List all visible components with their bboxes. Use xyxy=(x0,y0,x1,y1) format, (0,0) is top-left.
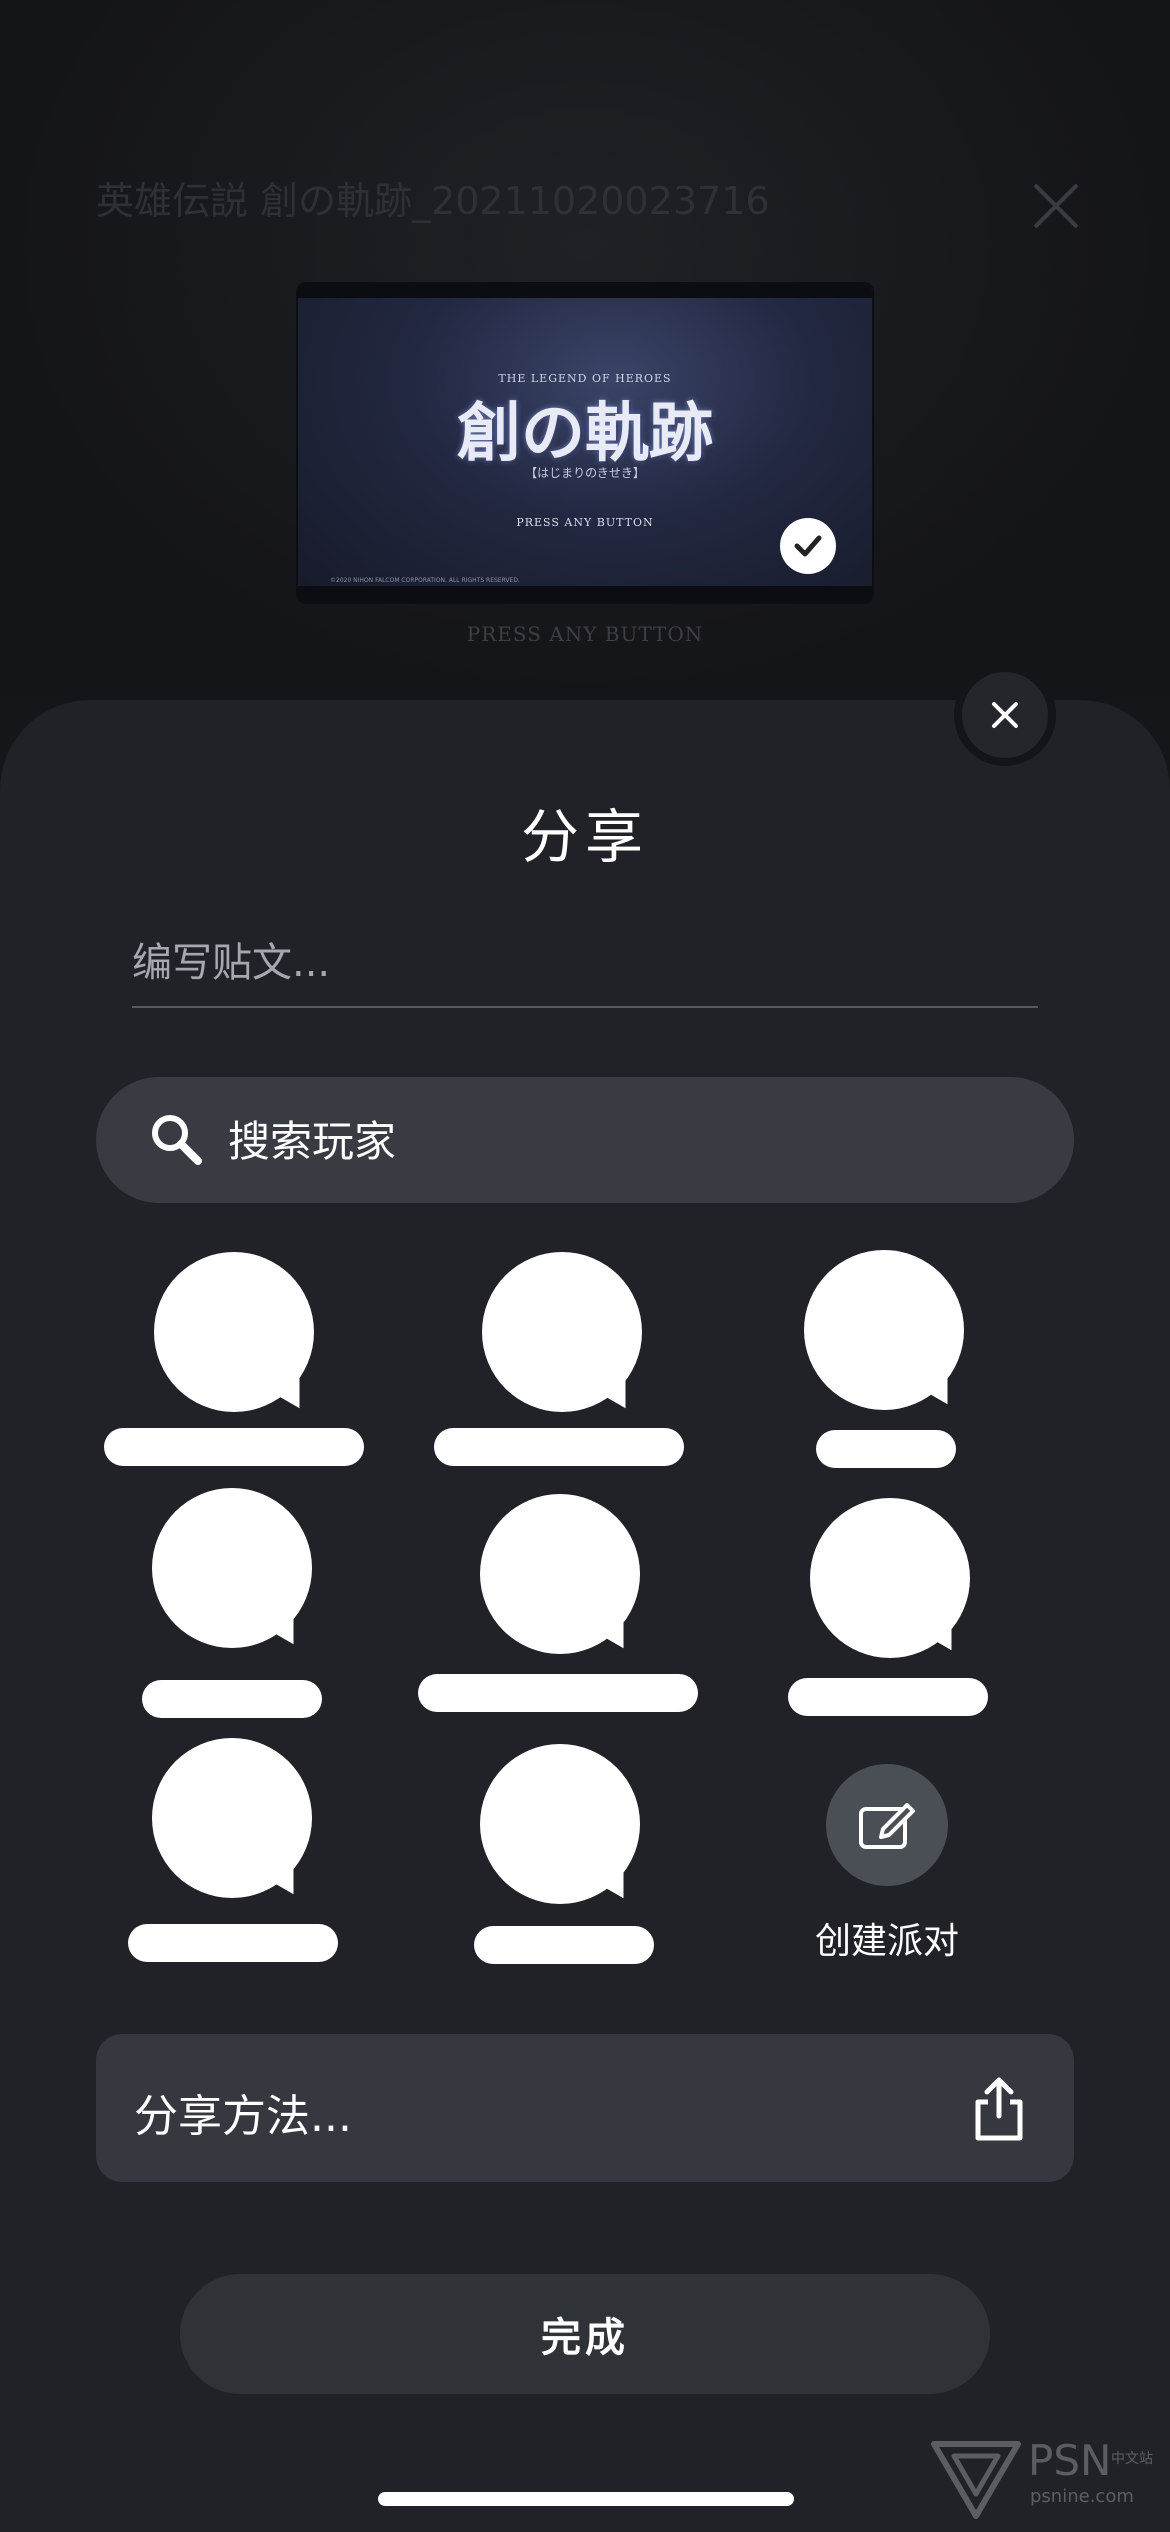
create-party-label: 创建派对 xyxy=(814,1921,959,1962)
search-icon xyxy=(152,1115,202,1165)
close-icon[interactable] xyxy=(962,672,1048,758)
thumbnail-game-logo: 創の軌跡 xyxy=(457,396,713,471)
player-name-redacted xyxy=(142,1680,322,1718)
share-icon xyxy=(975,2077,1023,2141)
player-name-redacted xyxy=(474,1926,654,1964)
screenshot-thumbnail[interactable]: THE LEGEND OF HEROES 創の軌跡 【はじまりのきせき】 PRE… xyxy=(298,284,872,602)
create-party-button[interactable] xyxy=(826,1764,948,1886)
share-method-label: 分享方法... xyxy=(134,2091,352,2142)
background-close-icon[interactable] xyxy=(1030,180,1082,232)
home-indicator[interactable] xyxy=(378,2492,794,2506)
player-name-redacted xyxy=(418,1674,698,1712)
thumbnail-tagline: 【はじまりのきせき】 xyxy=(525,466,645,480)
post-text-field[interactable] xyxy=(132,920,1038,1008)
watermark-url: psnine.com xyxy=(1030,2486,1134,2507)
thumbnail-letterbox-top xyxy=(298,284,872,298)
edit-icon xyxy=(859,1803,915,1849)
thumbnail-copyright: ©2020 NIHON FALCOM CORPORATION. ALL RIGH… xyxy=(330,577,520,584)
watermark-brand: PSN xyxy=(1028,2436,1112,2485)
player-name-redacted xyxy=(434,1428,684,1466)
psnine-logo-icon xyxy=(931,2441,1021,2519)
share-method-row[interactable]: 分享方法... xyxy=(96,2034,1074,2182)
watermark: PSN 中文站 psnine.com xyxy=(928,2436,1168,2522)
player-name-redacted xyxy=(104,1428,364,1466)
sheet-title: 分享 xyxy=(520,803,649,871)
player-name-redacted xyxy=(788,1678,988,1716)
player-search-bar[interactable] xyxy=(96,1077,1074,1205)
check-icon[interactable] xyxy=(780,518,836,574)
background-title: 英雄伝説 創の軌跡_20211020023716 xyxy=(96,179,770,223)
search-input[interactable] xyxy=(226,1077,1030,1205)
done-button[interactable]: 完成 xyxy=(180,2274,990,2394)
watermark-brand-cn: 中文站 xyxy=(1111,2451,1153,2467)
thumbnail-letterbox-bottom xyxy=(298,586,872,602)
player-name-redacted xyxy=(816,1430,956,1468)
background-press-text: PRESS ANY BUTTON xyxy=(466,622,704,646)
player-name-redacted xyxy=(128,1924,338,1962)
